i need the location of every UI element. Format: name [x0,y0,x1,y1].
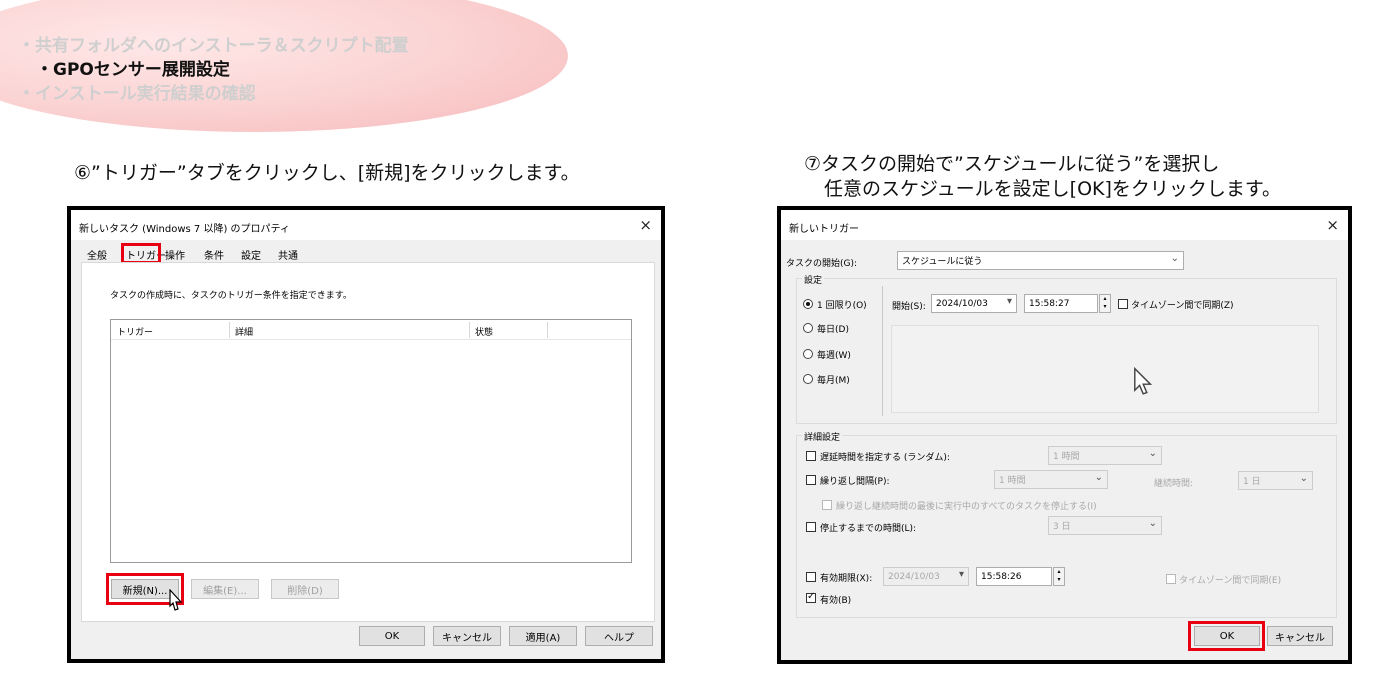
settings-group-label: 設定 [802,273,825,286]
column-trigger[interactable]: トリガー [117,325,153,338]
radio-weekly[interactable] [803,349,813,359]
radio-once-label: 1 回限り(O) [817,301,867,311]
settings-divider [882,286,883,416]
column-separator [547,322,548,338]
new-trigger-dialog: 新しいトリガー × タスクの開始(G): スケジュールに従う ⌄ 設定 1 回限… [777,206,1352,664]
radio-daily-label: 毎日(D) [817,325,849,335]
stop-after-select[interactable]: 3 日 ⌄ [1048,516,1162,535]
delete-trigger-button[interactable]: 削除(D) [271,579,339,599]
repeat-checkbox[interactable] [806,475,816,485]
repeat-label: 繰り返し間隔(P): [820,477,890,487]
column-separator [229,322,230,338]
tab-settings[interactable]: 設定 [241,247,261,262]
nav-item-install-result: ・インストール実行結果の確認 [18,84,256,104]
start-time-label: 開始(S): [892,302,926,312]
radio-once[interactable] [803,299,813,309]
delay-label: 遅延時間を指定する (ランダム): [820,453,950,463]
chevron-down-icon: ⌄ [1094,472,1103,483]
calendar-icon: ▾ [958,569,964,580]
stop-all-at-end-checkbox[interactable] [822,500,832,510]
delay-select[interactable]: 1 時間 ⌄ [1048,446,1162,465]
duration-value: 1 日 [1243,477,1261,487]
triggers-tab-highlight [121,243,161,264]
expire-time-spinner[interactable]: ▴ ▾ [1053,567,1065,586]
start-date-picker[interactable]: 2024/10/03 ▾ [931,294,1017,313]
calendar-icon: ▾ [1006,296,1012,307]
sync-timezone-label: タイムゾーン間で同期(Z) [1131,301,1234,311]
task-start-label: タスクの開始(G): [786,259,858,269]
nav-item-gpo-sensor: ・GPOセンサー展開設定 [36,60,230,80]
duration-select[interactable]: 1 日 ⌄ [1238,471,1313,490]
delay-value: 1 時間 [1053,452,1080,462]
step6-caption: ⑥”トリガー”タブをクリックし、[新規]をクリックします。 [74,162,580,184]
start-date-value: 2024/10/03 [936,298,988,309]
chevron-down-icon: ⌄ [1148,518,1157,529]
column-status[interactable]: 状態 [475,325,493,338]
repeat-interval-select[interactable]: 1 時間 ⌄ [994,470,1108,489]
chevron-down-icon: ⌄ [1299,473,1308,484]
enabled-label: 有効(B) [820,596,852,606]
dialog-title: 新しいトリガー [789,224,859,235]
tab-common[interactable]: 共通 [278,247,298,262]
task-start-select[interactable]: スケジュールに従う ⌄ [897,251,1184,270]
dialog-title: 新しいタスク (Windows 7 以降) のプロパティ [79,224,290,235]
cancel-button[interactable]: キャンセル [1267,626,1333,646]
advanced-settings-label: 詳細設定 [802,430,843,443]
triggers-tab-panel: タスクの作成時に、タスクのトリガー条件を指定できます。 トリガー 詳細 状態 新… [81,262,655,622]
expire-date-picker[interactable]: 2024/10/03 ▾ [883,567,969,586]
tab-actions[interactable]: 操作 [165,247,185,262]
triggers-description: タスクの作成時に、タスクのトリガー条件を指定できます。 [110,291,352,301]
trigger-list-header [111,320,631,340]
duration-label: 継続時間: [1154,479,1194,489]
task-properties-dialog: 新しいタスク (Windows 7 以降) のプロパティ × 全般 トリガー 操… [67,206,665,663]
title-bar [781,210,1348,240]
close-button[interactable]: × [639,216,652,234]
start-time-value: 15:58:27 [1029,298,1070,309]
expire-sync-label: タイムゾーン間で同期(E) [1179,576,1282,586]
chevron-down-icon: ⌄ [1148,448,1157,459]
stop-after-label: 停止するまでの時間(L): [820,524,917,534]
cancel-button[interactable]: キャンセル [433,626,501,646]
column-details[interactable]: 詳細 [235,325,253,338]
ok-button[interactable]: OK [359,626,425,646]
radio-weekly-label: 毎週(W) [817,351,851,361]
stop-after-value: 3 日 [1053,522,1071,532]
radio-monthly[interactable] [803,374,813,384]
stop-all-at-end-label: 繰り返し継続時間の最後に実行中のすべてのタスクを停止する(I) [836,502,1097,512]
schedule-detail-area [891,325,1319,413]
start-time-spinner[interactable]: ▴ ▾ [1099,294,1111,313]
start-time-input[interactable]: 15:58:27 [1024,294,1098,313]
apply-button[interactable]: 適用(A) [509,626,577,646]
task-start-value: スケジュールに従う [902,257,983,267]
column-separator [469,322,470,338]
radio-daily[interactable] [803,323,813,333]
expire-time-value: 15:58:26 [981,571,1022,582]
sync-timezone-checkbox[interactable] [1118,299,1128,309]
expire-date-value: 2024/10/03 [888,571,940,582]
expire-sync-checkbox[interactable] [1166,574,1176,584]
pointer-cursor-icon [1134,367,1153,395]
tab-general[interactable]: 全般 [87,247,107,262]
help-button[interactable]: ヘルプ [585,626,653,646]
delay-checkbox[interactable] [806,451,816,461]
trigger-list[interactable]: トリガー 詳細 状態 [110,319,632,563]
stop-after-checkbox[interactable] [806,522,816,532]
enabled-checkbox[interactable] [806,591,816,603]
radio-monthly-label: 毎月(M) [817,376,850,386]
edit-trigger-button[interactable]: 編集(E)... [191,579,259,599]
nav-item-installer-placement: ・共有フォルダへのインストーラ＆スクリプト配置 [18,36,409,56]
expire-checkbox[interactable] [806,572,816,582]
tab-conditions[interactable]: 条件 [204,247,224,262]
ok-button-highlight [1188,621,1265,651]
step7-caption-line1: ⑦タスクの開始で”スケジュールに従う”を選択し [804,153,1220,175]
expire-label: 有効期限(X): [820,574,873,584]
chevron-down-icon: ⌄ [1170,253,1179,264]
step7-caption-line2: 任意のスケジュールを設定し[OK]をクリックします。 [824,178,1282,200]
pointer-cursor-icon [169,589,183,611]
expire-time-input[interactable]: 15:58:26 [976,567,1052,586]
close-button[interactable]: × [1326,216,1339,234]
repeat-interval-value: 1 時間 [999,476,1026,486]
